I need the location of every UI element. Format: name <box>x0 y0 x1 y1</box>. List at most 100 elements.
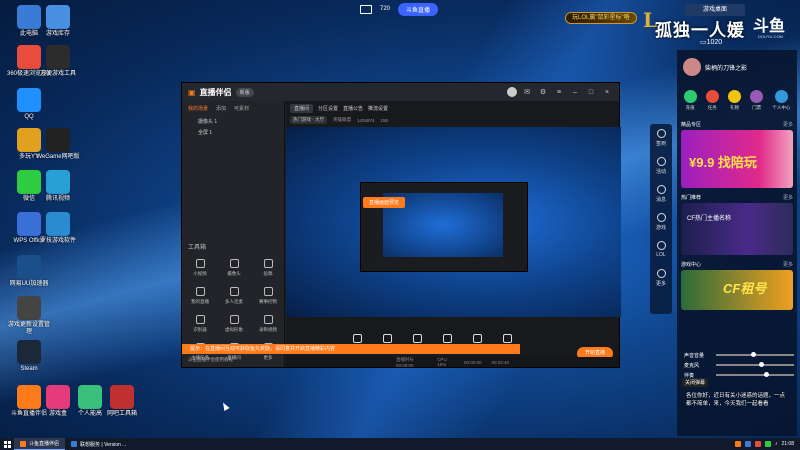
desktop-icon[interactable]: 游戏库存 <box>36 5 80 38</box>
message-icon[interactable]: ✉ <box>521 88 533 96</box>
slider-track[interactable] <box>716 372 794 377</box>
slider-label: 麦克风 <box>684 362 700 369</box>
desktop-icon[interactable]: 网吧工具箱 <box>100 385 144 418</box>
close-icon[interactable]: × <box>601 89 613 96</box>
desktop-icon[interactable]: WeGame网吧版 <box>36 128 80 161</box>
tab-my-scenes[interactable]: 我的场景 <box>188 105 208 112</box>
tool-label: 我的直播 <box>191 299 209 304</box>
quick-action-label: 充值 <box>685 105 695 110</box>
tray-app-icon[interactable] <box>764 441 771 447</box>
desktop-icon-label: 网吧工具箱 <box>106 411 137 417</box>
side-nav-item[interactable]: 游戏 <box>650 208 672 236</box>
lol-event-badge-wrap: 玩LOL赢"鼠彩星标"咯 <box>565 6 637 24</box>
toolbox-item[interactable]: 多人连麦 <box>220 287 248 305</box>
maximize-icon[interactable]: □ <box>585 89 597 96</box>
desktop-icon-label: 网易UU加速器 <box>9 281 49 287</box>
tool-icon <box>229 287 239 296</box>
tool-label: 小视频 <box>193 271 207 276</box>
desktop-icon[interactable]: 罗技游戏软件 <box>36 212 80 245</box>
category-tag[interactable]: 热门游戏 · 大厅 <box>290 116 327 124</box>
tutorial-tab[interactable]: 游戏桌面 <box>685 4 745 16</box>
slider-track[interactable] <box>716 362 794 367</box>
scene-item[interactable]: 全屏 1 <box>182 127 284 138</box>
app-icon <box>46 212 70 236</box>
toolbox-item[interactable]: 我的直播 <box>186 287 214 305</box>
quick-action-icon <box>727 90 741 103</box>
scene-item[interactable]: 摄像头 1 <box>182 116 284 127</box>
promo-card[interactable]: ¥9.9 找陪玩 <box>681 130 793 188</box>
avatar-icon[interactable] <box>507 87 517 97</box>
desktop-icon[interactable]: QQ <box>7 88 51 121</box>
toolbox-item[interactable]: 虚拟形象 <box>220 315 248 333</box>
source-icon <box>412 334 422 343</box>
minimize-icon[interactable]: – <box>569 89 581 96</box>
settings-icon[interactable]: ⚙ <box>537 88 549 96</box>
side-nav-item[interactable]: 活动 <box>650 152 672 180</box>
stream-preview[interactable]: 直播画面预览 <box>286 127 621 317</box>
promo-text: ¥9.9 找陪玩 <box>689 155 757 170</box>
desktop-icon[interactable]: 游戏更新设置管理 <box>7 296 51 336</box>
slider-knob[interactable] <box>758 362 764 367</box>
toolbox-item[interactable]: 录制视频 <box>254 315 282 333</box>
tutorial-link[interactable]: 斗鱼直播伴侣使用教程 <box>188 357 233 363</box>
toolbox-item[interactable]: 投稿 <box>254 259 282 277</box>
section-more-link[interactable]: 更多 <box>783 121 793 128</box>
desktop-icon[interactable]: 腾讯视频 <box>36 170 80 203</box>
tool-icon <box>195 287 205 296</box>
tab-push[interactable]: 推流设置 <box>368 105 388 112</box>
desktop-icon[interactable]: 方便游戏工具 <box>36 45 80 78</box>
taskbar-item[interactable]: 斗鱼直播伴侣 <box>14 438 66 450</box>
side-nav-item[interactable]: 签到 <box>650 124 672 152</box>
toolbox-item[interactable]: 摄像头 <box>220 259 248 277</box>
notice-banner[interactable]: 提示：在直播间互动可获取鱼丸奖励，请同意并开启直播精彩内容 <box>182 344 520 354</box>
section-more-link[interactable]: 更多 <box>783 194 793 201</box>
tab-category[interactable]: 分区设置 <box>318 105 338 112</box>
clock[interactable]: 21:08 <box>781 441 794 447</box>
lol-event-badge[interactable]: 玩LOL赢"鼠彩星标"咯 <box>565 12 637 24</box>
section-title: 精品专区 更多 <box>677 121 797 128</box>
avatar[interactable] <box>683 58 701 76</box>
tool-label: 识别器 <box>193 327 207 332</box>
side-nav-item[interactable]: 更多 <box>650 264 672 292</box>
slider-knob[interactable] <box>751 352 757 357</box>
section-more-link[interactable]: 更多 <box>783 261 793 268</box>
app-logo-icon: ▣ <box>188 87 196 97</box>
quick-action[interactable]: 个人中心 <box>772 90 790 111</box>
game-card[interactable]: CF租号 <box>681 270 793 310</box>
toolbox-item[interactable]: 识别器 <box>186 315 214 333</box>
tab-materials[interactable]: 可素材 <box>234 105 249 112</box>
toolbox-item[interactable]: 小视频 <box>186 259 214 277</box>
tray-app-icon[interactable] <box>734 441 741 447</box>
version-badge[interactable]: 新版 <box>235 87 254 97</box>
douyu-live-pill[interactable]: 斗鱼直播 <box>398 2 439 16</box>
slider-knob[interactable] <box>764 372 770 377</box>
quick-action[interactable]: 充值 <box>683 90 697 111</box>
volume-icon[interactable]: ♪ <box>775 441 778 447</box>
monitor-icon[interactable] <box>360 4 372 14</box>
side-nav-item[interactable]: LOL <box>650 236 672 264</box>
menu-icon[interactable]: ≡ <box>553 89 565 96</box>
quick-action[interactable]: 门票 <box>750 90 764 111</box>
desktop-icon[interactable]: Steam <box>7 340 51 373</box>
tool-label: 虚拟形象 <box>225 327 243 332</box>
tab-add[interactable]: 添加 <box>216 105 226 112</box>
taskbar-item[interactable]: 联想服务 | Version ... <box>65 438 132 450</box>
desktop-icon[interactable]: 网易UU加速器 <box>7 255 51 288</box>
tab-room[interactable]: 直播间 <box>290 103 314 113</box>
toolbox-item[interactable]: 赛事控制 <box>254 287 282 305</box>
user-name[interactable]: 柴柄的刀锋之影 <box>705 63 747 72</box>
tab-notice[interactable]: 直播公告 <box>343 105 363 112</box>
tool-icon <box>263 259 273 268</box>
side-nav-item[interactable]: 消息 <box>650 180 672 208</box>
quick-action-label: 门票 <box>752 105 762 110</box>
tray-app-icon[interactable] <box>744 441 751 447</box>
recommend-card[interactable]: CF热门主播名称 <box>681 203 793 255</box>
desktop-icon-label: 罗技游戏软件 <box>39 238 76 244</box>
status-time-a: 00:00:00 <box>463 359 482 365</box>
danmaku-toggle[interactable]: 关闭弹幕 <box>682 378 709 387</box>
start-button[interactable] <box>0 438 14 450</box>
slider-track[interactable] <box>716 352 794 357</box>
quick-action[interactable]: 礼物 <box>727 90 741 111</box>
quick-action[interactable]: 任务 <box>705 90 719 111</box>
tray-app-icon[interactable] <box>754 441 761 447</box>
